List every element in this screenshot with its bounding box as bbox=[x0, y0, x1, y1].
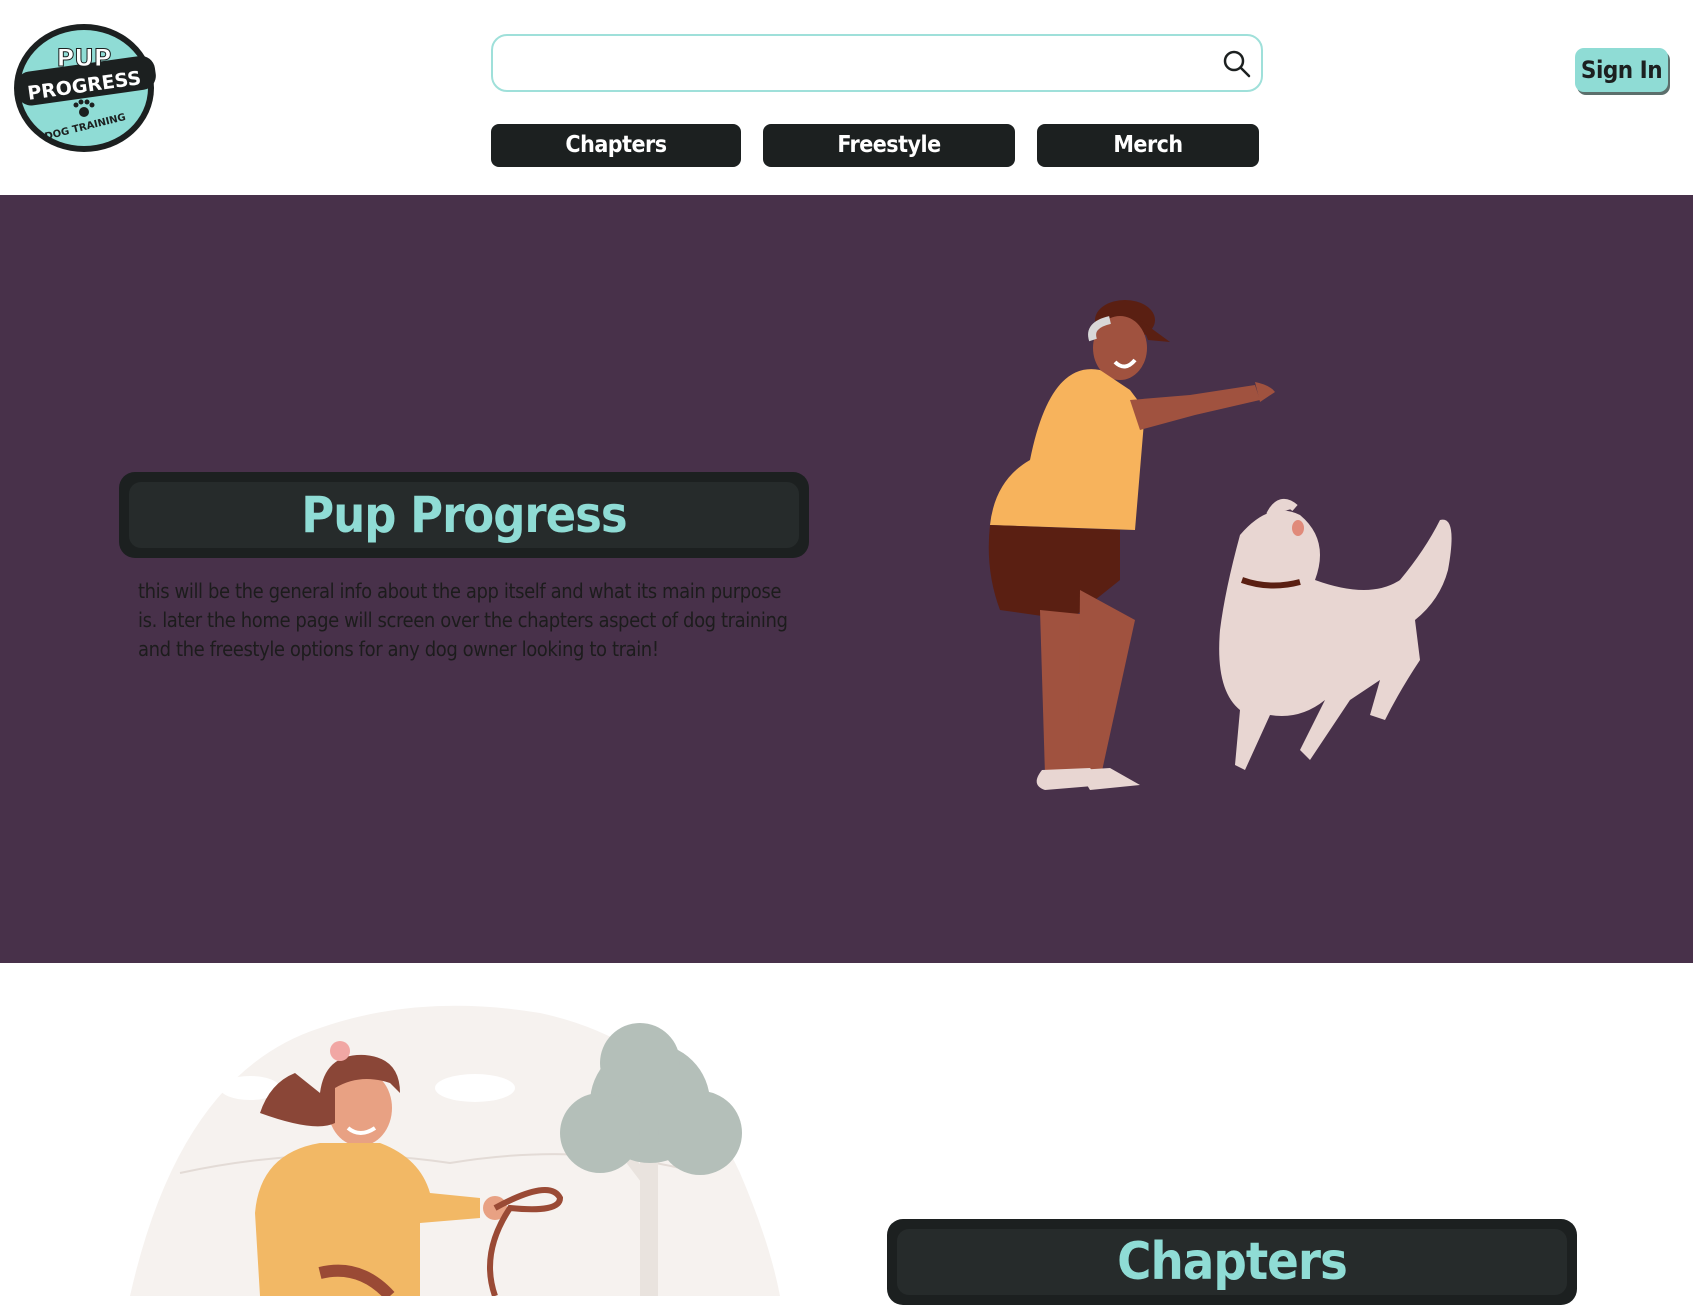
chapters-title: Chapters bbox=[897, 1229, 1567, 1295]
search-input[interactable] bbox=[507, 44, 1191, 82]
pup-progress-logo[interactable]: PUP PROGRESS DOG TRAINING bbox=[10, 22, 160, 154]
chapters-section: Chapters bbox=[0, 963, 1693, 1305]
site-header: PUP PROGRESS DOG TRAINING Chapters Frees… bbox=[0, 0, 1693, 195]
hero-title: Pup Progress bbox=[129, 482, 799, 548]
woman-with-leash-illustration bbox=[120, 993, 820, 1301]
chapters-title-card: Chapters bbox=[887, 1219, 1577, 1305]
man-playing-with-dog-illustration bbox=[970, 290, 1490, 870]
nav-chapters-button[interactable]: Chapters bbox=[491, 124, 741, 167]
nav-freestyle-button[interactable]: Freestyle bbox=[763, 124, 1015, 167]
search-bar[interactable] bbox=[491, 34, 1263, 92]
sign-in-button[interactable]: Sign In bbox=[1575, 48, 1668, 92]
search-icon[interactable] bbox=[1221, 48, 1253, 80]
hero-title-card: Pup Progress bbox=[119, 472, 809, 558]
svg-text:PUP: PUP bbox=[57, 44, 112, 72]
hero-section: Pup Progress this will be the general in… bbox=[0, 195, 1693, 963]
hero-description: this will be the general info about the … bbox=[138, 579, 788, 661]
nav-merch-button[interactable]: Merch bbox=[1037, 124, 1259, 167]
